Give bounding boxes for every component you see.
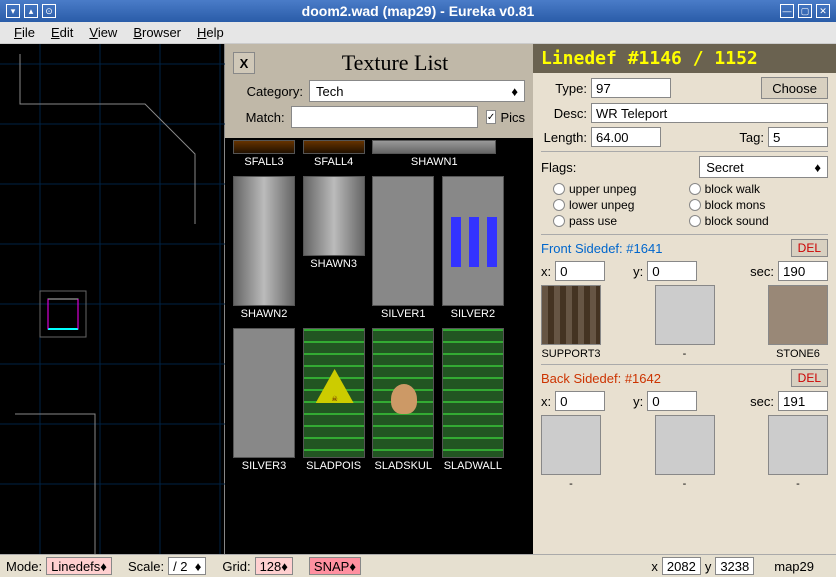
pics-checkbox[interactable]: ✓	[486, 110, 497, 124]
choose-button[interactable]: Choose	[761, 77, 828, 99]
back-sec-input[interactable]	[778, 391, 828, 411]
type-input[interactable]	[591, 78, 671, 98]
flags-label: Flags:	[541, 160, 576, 175]
front-del-button[interactable]: DEL	[791, 239, 828, 257]
mode-label: Mode:	[6, 559, 42, 574]
front-lower-tex[interactable]	[768, 285, 828, 345]
menu-edit[interactable]: Edit	[43, 23, 81, 42]
front-upper-tex[interactable]	[541, 285, 601, 345]
grid-dropdown[interactable]: 128 ♦	[255, 557, 293, 575]
maximize-button[interactable]: ▢	[798, 4, 812, 18]
back-lower-tex[interactable]	[768, 415, 828, 475]
back-x-input[interactable]	[555, 391, 605, 411]
menu-view[interactable]: View	[81, 23, 125, 42]
front-y-input[interactable]	[647, 261, 697, 281]
back-upper-tex[interactable]	[541, 415, 601, 475]
linedef-header: Linedef #1146 / 1152	[533, 44, 836, 73]
flag-pass-use[interactable]: pass use	[553, 214, 685, 228]
minimize-button[interactable]: —	[780, 4, 794, 18]
close-button[interactable]: ✕	[816, 4, 830, 18]
tag-input[interactable]	[768, 127, 828, 147]
front-sec-input[interactable]	[778, 261, 828, 281]
desc-label: Desc:	[541, 106, 587, 121]
back-sidedef-header: Back Sidedef: #1642	[541, 371, 661, 386]
menu-help[interactable]: Help	[189, 23, 232, 42]
category-label: Category:	[233, 84, 303, 99]
statusbar: Mode: Linedefs ♦ Scale: / 2 ♦ Grid: 128 …	[0, 554, 836, 577]
texture-panel: X Texture List Category: Tech♦ Match: ✓ …	[225, 44, 533, 554]
pin-icon[interactable]: ⊙	[42, 4, 56, 18]
flag-lower-unpeg[interactable]: lower unpeg	[553, 198, 685, 212]
map-canvas[interactable]	[0, 44, 225, 554]
desc-value: WR Teleport	[591, 103, 828, 123]
titlebar: ▾ ▴ ⊙ doom2.wad (map29) - Eureka v0.81 —…	[0, 0, 836, 22]
mode-dropdown[interactable]: Linedefs ♦	[46, 557, 112, 575]
pics-label: Pics	[500, 110, 525, 125]
flag-block-sound[interactable]: block sound	[689, 214, 821, 228]
snap-toggle[interactable]: SNAP ♦	[309, 557, 361, 575]
mapname: map29	[774, 559, 814, 574]
back-del-button[interactable]: DEL	[791, 369, 828, 387]
flag-block-mons[interactable]: block mons	[689, 198, 821, 212]
back-y-input[interactable]	[647, 391, 697, 411]
rollup-icon[interactable]: ▴	[24, 4, 38, 18]
menu-file[interactable]: File	[6, 23, 43, 42]
chevron-icon: ♦	[511, 84, 518, 99]
tag-label: Tag:	[739, 130, 764, 145]
texture-close-button[interactable]: X	[233, 52, 255, 74]
menubar: File Edit View Browser Help	[0, 22, 836, 44]
y-coord: 3238	[715, 557, 754, 575]
scale-dropdown[interactable]: / 2 ♦	[168, 557, 206, 575]
x-coord: 2082	[662, 557, 701, 575]
match-input[interactable]	[291, 106, 478, 128]
category-dropdown[interactable]: Tech♦	[309, 80, 525, 102]
texture-grid[interactable]: SFALL3 SFALL4 SHAWN1 SHAWN2 SHAWN3 SILVE…	[225, 138, 533, 554]
linedef-panel: Linedef #1146 / 1152 Type: Choose Desc: …	[533, 44, 836, 554]
chevron-icon: ♦	[814, 160, 821, 175]
front-sidedef-header: Front Sidedef: #1641	[541, 241, 662, 256]
flags-dropdown[interactable]: Secret♦	[699, 156, 828, 178]
front-mid-tex[interactable]	[655, 285, 715, 345]
back-mid-tex[interactable]	[655, 415, 715, 475]
window-title: doom2.wad (map29) - Eureka v0.81	[58, 3, 778, 19]
front-x-input[interactable]	[555, 261, 605, 281]
texture-title: Texture List	[265, 50, 525, 76]
match-label: Match:	[233, 110, 285, 125]
menu-browser[interactable]: Browser	[125, 23, 189, 42]
sysmenu-icon[interactable]: ▾	[6, 4, 20, 18]
length-label: Length:	[541, 130, 587, 145]
length-value: 64.00	[591, 127, 661, 147]
flag-upper-unpeg[interactable]: upper unpeg	[553, 182, 685, 196]
flag-block-walk[interactable]: block walk	[689, 182, 821, 196]
grid-label: Grid:	[222, 559, 250, 574]
scale-label: Scale:	[128, 559, 164, 574]
type-label: Type:	[541, 81, 587, 96]
